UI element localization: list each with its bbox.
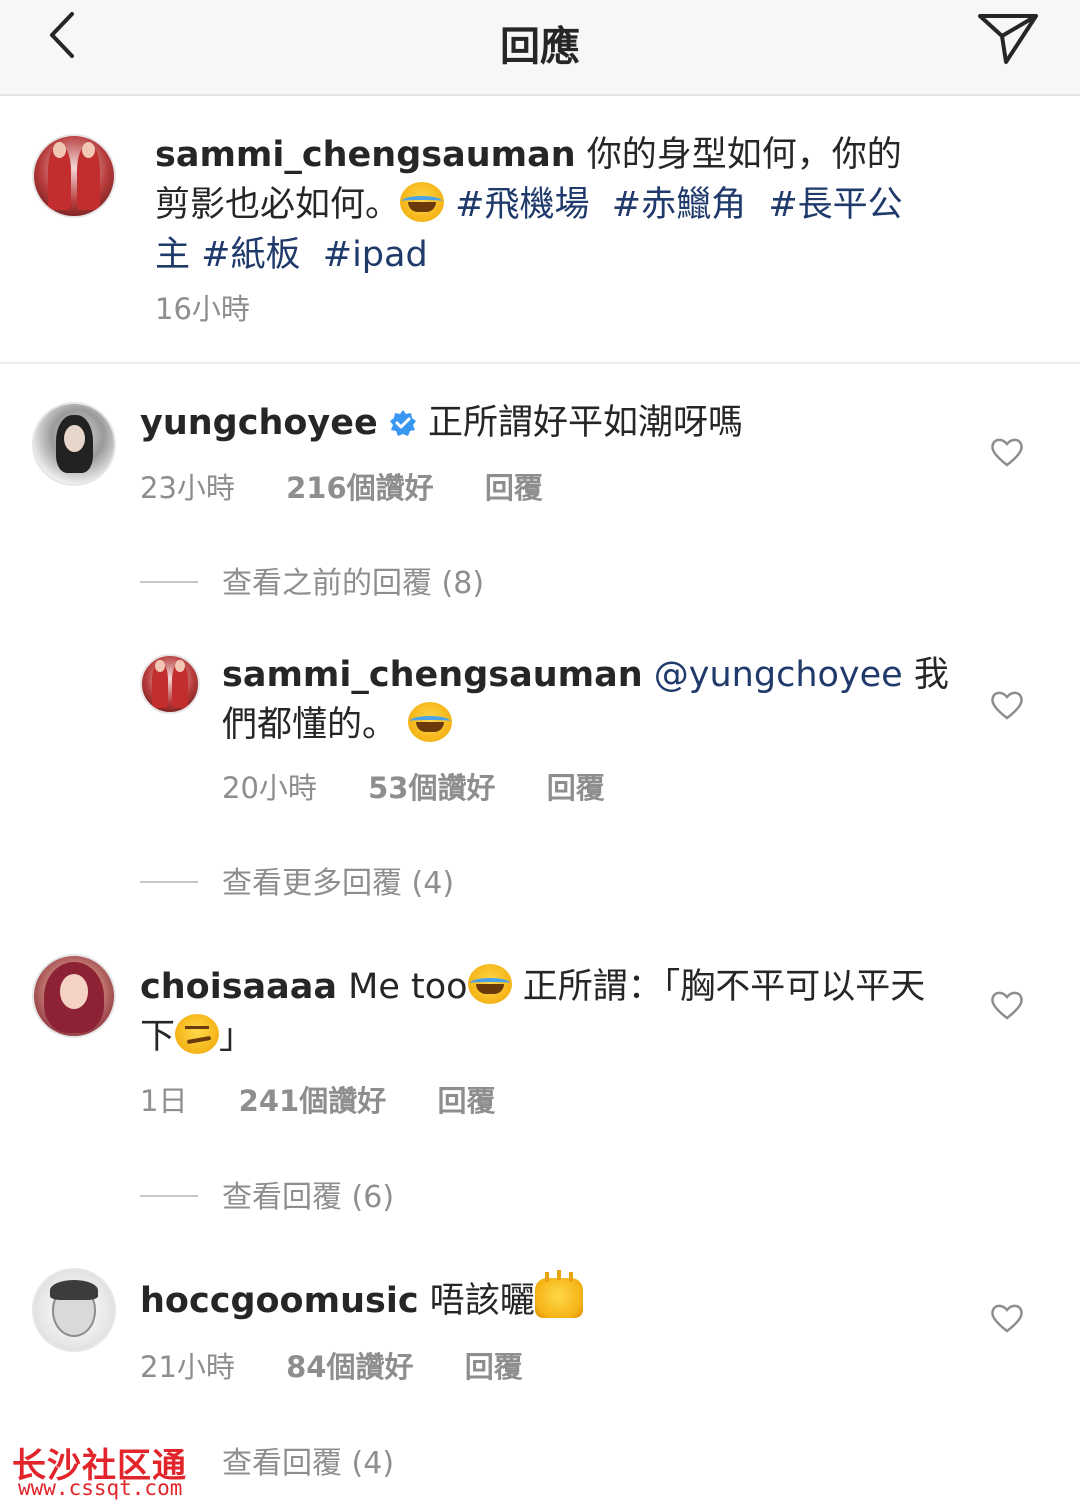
view-more-replies[interactable]: 查看更多回覆 (4) [140,858,454,902]
view-replies-label: 查看回覆 (6) [222,1180,395,1215]
verified-badge-icon [389,410,416,436]
hashtag[interactable]: #飛機場 [455,185,589,225]
avatar-figure [172,660,188,708]
timestamp: 23小時 [140,471,235,505]
mention-link[interactable]: @yungchoyee [654,655,903,695]
reply-button[interactable]: 回覆 [465,1350,523,1384]
watermark-url: www.cssqt.com [18,1476,183,1500]
watermark: 长沙社区通 www.cssqt.com [12,1438,212,1504]
comment-meta: 23小時 216個讚好 回覆 [140,465,585,507]
heart-icon[interactable] [990,1303,1024,1333]
comment-username[interactable]: choisaaaa [140,967,337,1007]
raised-hands-emoji-icon [534,1270,583,1318]
like-count[interactable]: 53個讚好 [368,771,495,805]
avatar[interactable] [140,654,200,714]
share-button[interactable] [976,10,1040,66]
hashtag[interactable]: #紙板 [201,235,300,275]
paper-plane-icon [978,14,1038,64]
like-count[interactable]: 84個讚好 [286,1350,413,1384]
comment-meta: 21小時 84個讚好 回覆 [140,1344,565,1386]
comment-text: hoccgoomusic 唔該曬 [140,1270,940,1326]
timestamp: 1日 [140,1084,188,1118]
smirk-emoji-icon [175,1014,220,1054]
avatar-hair [50,1279,98,1301]
timestamp: 16小時 [155,292,250,326]
reply-username[interactable]: sammi_chengsauman [222,655,643,695]
avatar-face [64,424,86,452]
comment-meta: 1日 241個讚好 回覆 [140,1078,537,1120]
comment-username[interactable]: yungchoyee [140,403,378,443]
avatar[interactable] [32,134,116,218]
view-replies[interactable]: 查看回覆 (6) [140,1172,394,1216]
post-caption: sammi_chengsauman 你的身型如何，你的剪影也必如何。 #飛機場 … [0,96,1080,364]
laughing-emoji-icon [467,964,512,1004]
view-replies-label: 查看回覆 (4) [222,1446,395,1481]
comment-body: 正所謂好平如潮呀嗎 [427,403,743,443]
laughing-emoji-icon [408,702,453,742]
like-count[interactable]: 241個讚好 [239,1084,387,1118]
view-replies-label: 查看更多回覆 (4) [222,866,455,901]
avatar[interactable] [32,402,116,486]
divider [140,1195,198,1197]
comment-body: 」 [219,1017,255,1057]
page-title: 回應 [500,24,580,70]
divider [140,581,198,583]
hashtag[interactable]: #ipad [323,235,428,275]
hashtag[interactable]: #赤鱲角 [612,185,746,225]
reply-button[interactable]: 回覆 [547,771,605,805]
comment-text: choisaaaa Me too 正所謂：「胸不平可以平天下」 [140,962,940,1062]
comment-text: yungchoyee 正所謂好平如潮呀嗎 [140,398,960,448]
avatar-figure [48,141,71,210]
avatar[interactable] [32,1268,116,1352]
comment-body: 唔該曬 [418,1281,535,1321]
reply-text: sammi_chengsauman @yungchoyee 我們都懂的。 [222,650,952,750]
heart-icon[interactable] [990,990,1024,1020]
laughing-emoji-icon [400,182,445,222]
timestamp: 20小時 [222,771,317,805]
avatar-figure [152,660,168,708]
caption-text: sammi_chengsauman 你的身型如何，你的剪影也必如何。 #飛機場 … [155,130,935,280]
reply-button[interactable]: 回覆 [437,1084,495,1118]
avatar[interactable] [32,954,116,1038]
top-bar: 回應 [0,0,1080,96]
caption-meta: 16小時 [155,286,292,328]
heart-icon[interactable] [990,437,1024,467]
comment-body: Me too [337,967,468,1007]
view-replies-label: 查看之前的回覆 (8) [222,566,485,601]
reply-meta: 20小時 53個讚好 回覆 [222,765,647,807]
caption-username[interactable]: sammi_chengsauman [155,135,576,175]
timestamp: 21小時 [140,1350,235,1384]
reply-button[interactable]: 回覆 [485,471,543,505]
avatar-figure [77,141,100,210]
view-previous-replies[interactable]: 查看之前的回覆 (8) [140,558,484,602]
comment-username[interactable]: hoccgoomusic [140,1281,419,1321]
divider [140,881,198,883]
like-count[interactable]: 216個讚好 [286,471,434,505]
heart-icon[interactable] [990,690,1024,720]
avatar-face [59,973,89,1009]
